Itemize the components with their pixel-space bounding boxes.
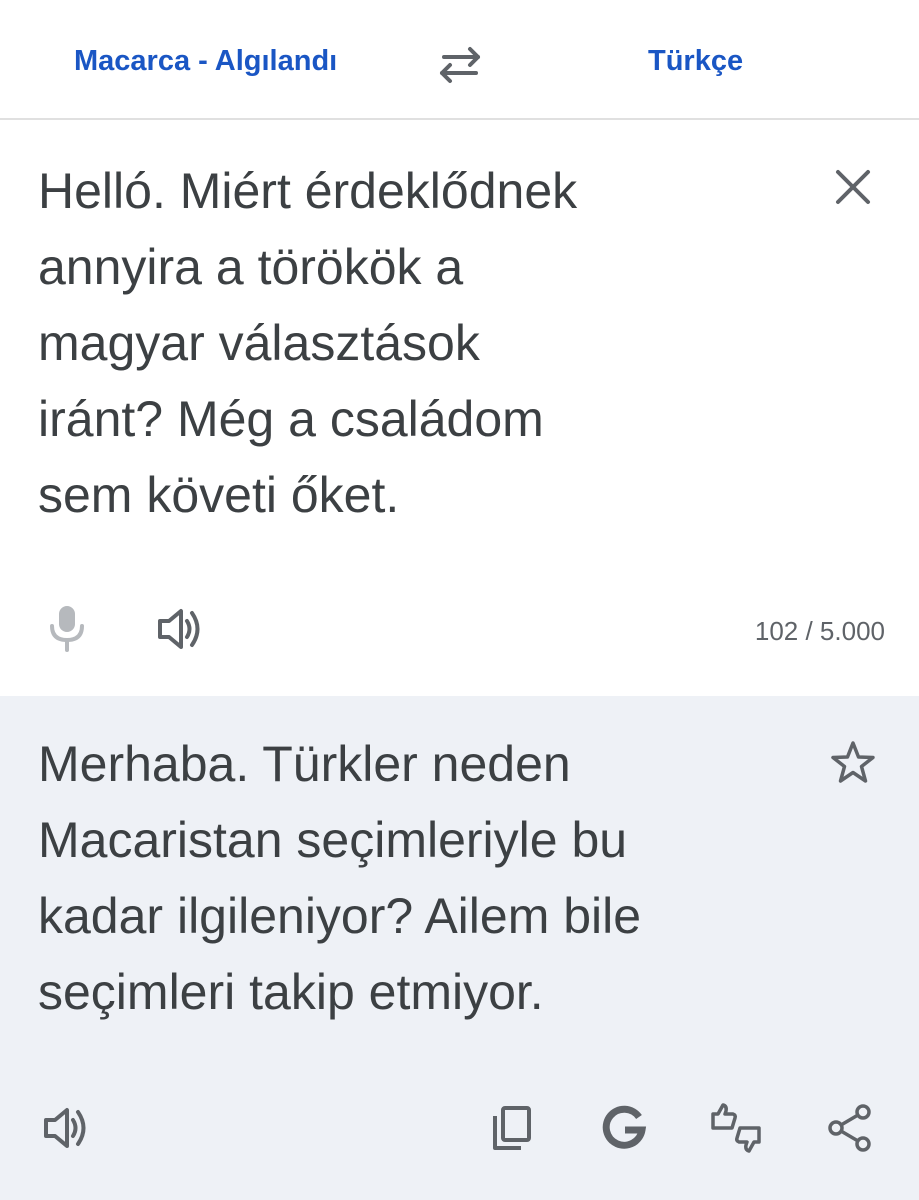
translation-listen-button[interactable] xyxy=(38,1100,94,1156)
source-text-input[interactable]: Helló. Miért érdeklődnek annyira a török… xyxy=(38,153,778,533)
copy-button[interactable] xyxy=(484,1100,540,1156)
translation-text: Merhaba. Türkler neden Macaristan seçiml… xyxy=(38,736,642,1020)
speaker-icon xyxy=(158,609,200,649)
swap-languages-button[interactable] xyxy=(432,40,488,88)
rate-translation-button[interactable] xyxy=(708,1100,764,1156)
save-translation-button[interactable] xyxy=(826,736,880,790)
clear-icon xyxy=(836,170,870,204)
microphone-icon xyxy=(50,606,84,652)
language-bar: Macarca - Algılandı Türkçe xyxy=(0,0,919,120)
clear-button[interactable] xyxy=(828,162,878,212)
swap-arrows-icon xyxy=(440,47,480,83)
share-button[interactable] xyxy=(822,1100,878,1156)
star-icon xyxy=(831,741,875,783)
microphone-button[interactable] xyxy=(40,600,94,656)
target-language-button[interactable]: Türkçe xyxy=(648,38,743,84)
share-icon xyxy=(828,1104,871,1152)
source-language-button[interactable]: Macarca - Algılandı xyxy=(74,38,337,84)
translation-panel: Merhaba. Türkler neden Macaristan seçiml… xyxy=(0,696,919,1200)
copy-icon xyxy=(493,1106,531,1150)
speaker-icon xyxy=(44,1108,86,1148)
source-panel: Helló. Miért érdeklődnek annyira a török… xyxy=(0,120,919,696)
feedback-icon xyxy=(711,1103,761,1153)
character-count: 102 / 5.000 xyxy=(754,616,885,646)
source-listen-button[interactable] xyxy=(152,602,208,656)
google-search-button[interactable] xyxy=(596,1100,652,1156)
google-icon xyxy=(602,1105,647,1149)
